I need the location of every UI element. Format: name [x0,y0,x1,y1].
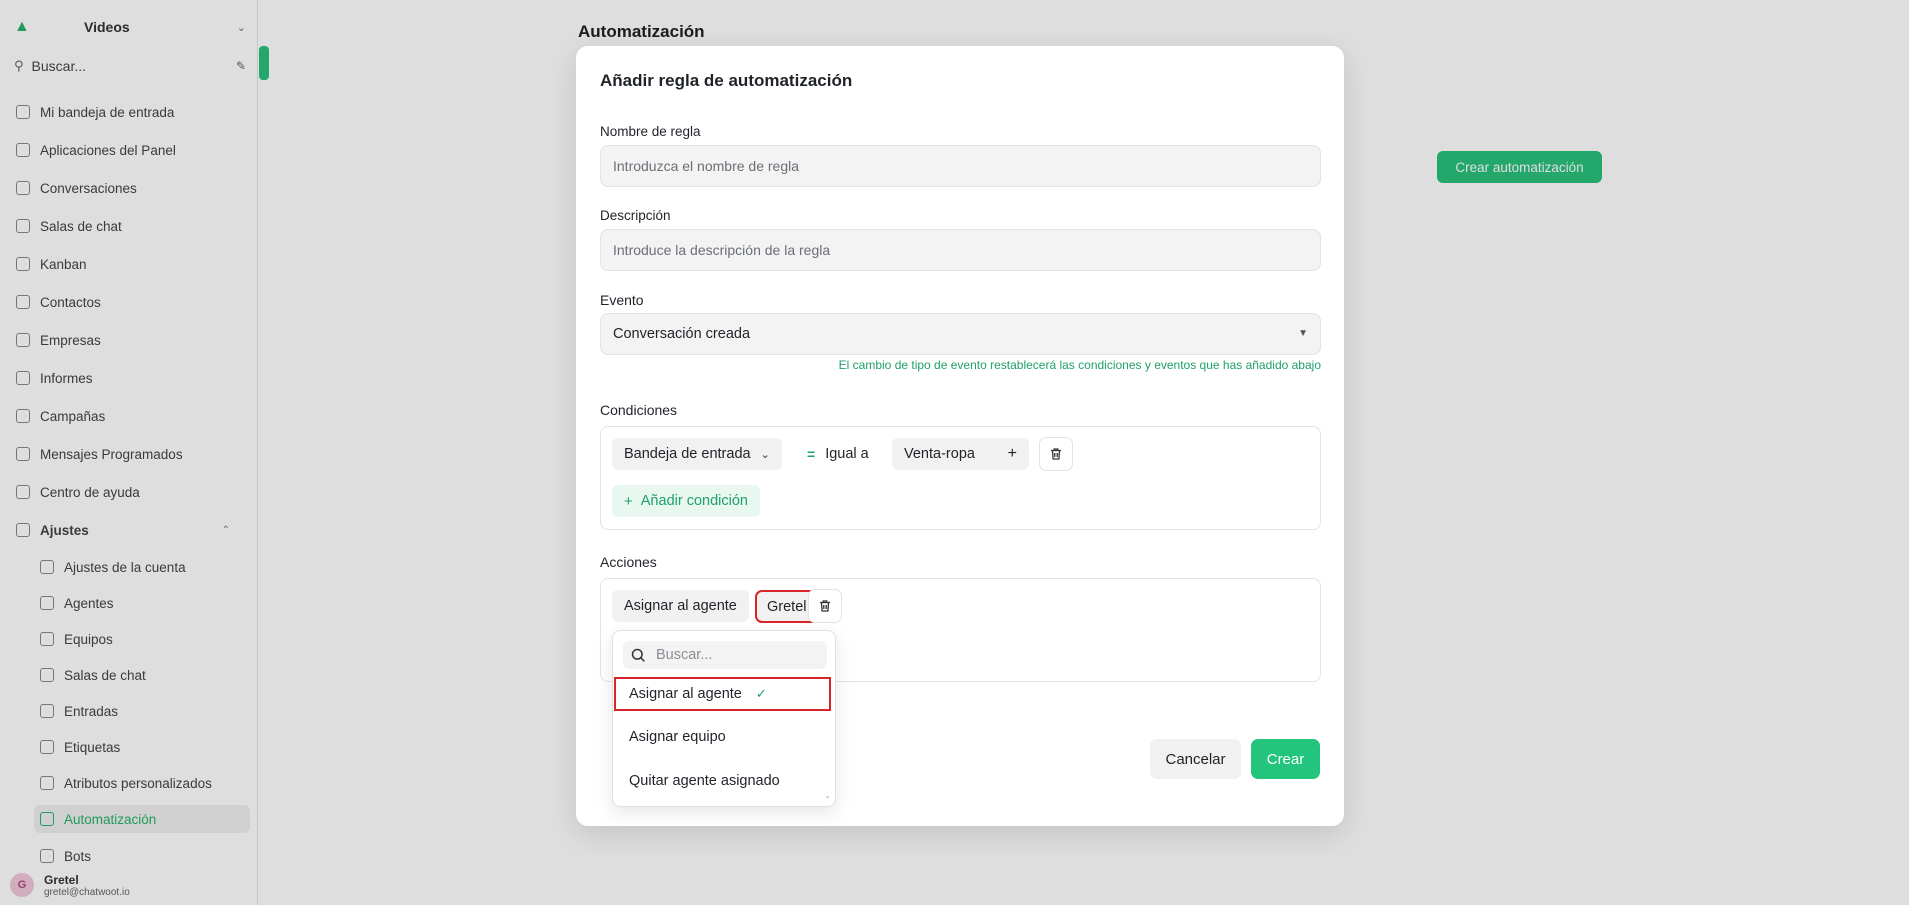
dropdown-search-input[interactable]: Buscar... [623,641,827,669]
condition-value: Venta-ropa [904,446,975,462]
search-icon [631,648,645,662]
chevron-down-icon: ⌄ [760,448,770,461]
actions-label: Acciones [600,554,657,570]
condition-value-select[interactable]: Venta-ropa + [892,438,1029,470]
delete-action-button[interactable] [808,589,842,623]
action-type-value: Asignar al agente [624,598,737,614]
check-icon: ✓ [755,686,767,701]
equals-icon: = [807,446,816,462]
conditions-box: Bandeja de entrada ⌄ = Igual a Venta-rop… [600,426,1321,530]
description-label: Descripción [600,208,671,223]
action-type-dropdown: Buscar... Asignar al agente ✓ Asignar eq… [612,630,836,807]
rule-name-input[interactable]: Introduzca el nombre de regla [600,145,1321,187]
event-select[interactable]: Conversación creada ▼ [600,313,1321,355]
dropdown-option-label: Asignar al agente [629,686,742,702]
conditions-label: Condiciones [600,402,678,418]
dropdown-search-placeholder: Buscar... [656,647,713,663]
action-agent-value: Gretel [767,598,807,615]
dropdown-option-remove-agent[interactable]: Quitar agente asignado [615,765,830,797]
event-help-text: El cambio de tipo de evento restablecerá… [838,358,1321,372]
dropdown-option-label: Asignar equipo [629,729,726,745]
dropdown-option-assign-agent[interactable]: Asignar al agente ✓ [614,677,831,711]
create-button[interactable]: Crear [1251,739,1320,779]
caret-down-icon: ▼ [1298,328,1308,339]
scroll-down-icon[interactable]: ⌄ [824,791,831,800]
plus-icon: + [624,492,633,510]
trash-icon [820,600,830,612]
description-input[interactable]: Introduce la descripción de la regla [600,229,1321,271]
dropdown-option-assign-team[interactable]: Asignar equipo [615,721,830,753]
condition-attribute-select[interactable]: Bandeja de entrada ⌄ [612,438,782,470]
rule-name-label: Nombre de regla [600,124,701,139]
condition-operator-select[interactable]: = Igual a [807,438,869,470]
plus-icon[interactable]: + [1008,445,1017,463]
add-condition-button[interactable]: + Añadir condición [612,485,760,517]
action-type-select[interactable]: Asignar al agente [612,590,749,622]
add-condition-label: Añadir condición [640,493,748,509]
cancel-button[interactable]: Cancelar [1150,739,1241,779]
modal-title: Añadir regla de automatización [600,71,853,90]
event-label: Evento [600,292,644,308]
delete-condition-button[interactable] [1039,437,1073,471]
dropdown-option-label: Quitar agente asignado [629,773,780,789]
event-select-value: Conversación creada [613,326,751,342]
condition-operator-value: Igual a [825,446,869,462]
condition-attribute-value: Bandeja de entrada [624,446,751,462]
trash-icon [1051,448,1061,460]
